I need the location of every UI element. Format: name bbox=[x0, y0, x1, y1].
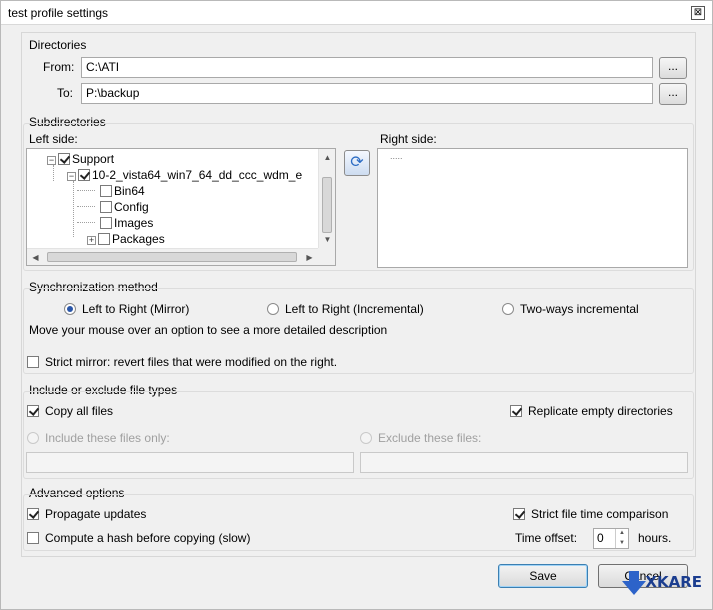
left-tree-horizontal-scrollbar[interactable]: ◀ ▶ bbox=[27, 248, 318, 265]
scroll-up-icon[interactable]: ▲ bbox=[319, 149, 335, 166]
propagate-option[interactable]: Propagate updates bbox=[27, 507, 146, 521]
radio-button[interactable] bbox=[64, 303, 76, 315]
replicate-empty-checkbox[interactable] bbox=[510, 405, 522, 417]
tree-node-label: Bin64 bbox=[114, 184, 145, 198]
replicate-empty-label: Replicate empty directories bbox=[528, 404, 673, 418]
radio-button[interactable] bbox=[360, 432, 372, 444]
to-browse-button[interactable]: ... bbox=[659, 83, 687, 105]
exclude-option[interactable]: Exclude these files: bbox=[360, 431, 481, 445]
radio-label: Left to Right (Incremental) bbox=[285, 302, 424, 316]
copy-all-option[interactable]: Copy all files bbox=[27, 404, 113, 418]
left-tree-vertical-scrollbar[interactable]: ▲ ▼ bbox=[318, 149, 335, 248]
strict-time-option[interactable]: Strict file time comparison bbox=[513, 507, 668, 521]
from-path-input[interactable]: C:\ATI bbox=[81, 57, 653, 78]
scroll-down-icon[interactable]: ▼ bbox=[319, 231, 335, 248]
tree-node-label: Packages bbox=[112, 232, 165, 246]
tree-node-label: Images bbox=[114, 216, 154, 230]
tree-checkbox[interactable] bbox=[100, 201, 112, 213]
exclude-pattern-input[interactable] bbox=[360, 452, 688, 473]
refresh-icon: ⟳ bbox=[350, 154, 364, 171]
hash-label: Compute a hash before copying (slow) bbox=[45, 531, 251, 545]
tree-node-label: Config bbox=[114, 200, 149, 214]
collapse-icon[interactable]: − bbox=[47, 156, 56, 165]
strict-mirror-option[interactable]: Strict mirror: revert files that were mo… bbox=[27, 355, 337, 369]
scroll-right-icon[interactable]: ▶ bbox=[301, 249, 318, 265]
copy-all-label: Copy all files bbox=[45, 404, 114, 418]
to-label: To: bbox=[57, 86, 74, 100]
tree-node-config[interactable]: Config bbox=[100, 199, 149, 215]
radio-incremental[interactable]: Left to Right (Incremental) bbox=[267, 302, 424, 316]
radio-button[interactable] bbox=[502, 303, 514, 315]
scroll-corner bbox=[318, 248, 335, 265]
tree-checkbox[interactable] bbox=[100, 185, 112, 197]
right-side-label: Right side: bbox=[380, 132, 437, 146]
tree-checkbox[interactable] bbox=[58, 153, 70, 165]
window-title: test profile settings bbox=[8, 6, 109, 20]
tree-checkbox[interactable] bbox=[100, 217, 112, 229]
collapse-icon[interactable]: − bbox=[67, 172, 76, 181]
watermark-arrow-head bbox=[622, 581, 646, 595]
include-only-option[interactable]: Include these files only: bbox=[27, 431, 170, 445]
settings-window: test profile settings ⊠ Directories From… bbox=[0, 0, 713, 610]
tree-node-support[interactable]: − Support bbox=[47, 151, 114, 167]
right-tree-root: ..... bbox=[390, 151, 403, 161]
propagate-checkbox[interactable] bbox=[27, 508, 39, 520]
from-label: From: bbox=[43, 60, 75, 74]
exclude-label: Exclude these files: bbox=[378, 431, 482, 445]
refresh-button[interactable]: ⟳ bbox=[344, 150, 370, 176]
tree-node-label: Support bbox=[72, 152, 115, 166]
hash-option[interactable]: Compute a hash before copying (slow) bbox=[27, 531, 250, 545]
copy-all-checkbox[interactable] bbox=[27, 405, 39, 417]
spin-up-icon[interactable]: ▲ bbox=[616, 529, 628, 538]
time-offset-spinner[interactable]: 0 ▲ ▼ bbox=[593, 528, 629, 549]
tree-node-images[interactable]: Images bbox=[100, 215, 153, 231]
propagate-label: Propagate updates bbox=[45, 507, 147, 521]
spin-down-icon[interactable]: ▼ bbox=[616, 539, 628, 548]
strict-time-label: Strict file time comparison bbox=[531, 507, 669, 521]
title-bar: test profile settings ⊠ bbox=[1, 1, 712, 25]
include-only-label: Include these files only: bbox=[45, 431, 170, 445]
tree-node-bin64[interactable]: Bin64 bbox=[100, 183, 145, 199]
radio-label: Two-ways incremental bbox=[520, 302, 639, 316]
right-tree[interactable]: ..... bbox=[377, 148, 688, 268]
time-offset-value[interactable]: 0 bbox=[597, 531, 604, 545]
strict-mirror-label: Strict mirror: revert files that were mo… bbox=[45, 355, 338, 369]
sync-hint: Move your mouse over an option to see a … bbox=[29, 323, 388, 337]
tree-checkbox[interactable] bbox=[98, 233, 110, 245]
to-path-input[interactable]: P:\backup bbox=[81, 83, 653, 104]
left-tree[interactable]: − Support − 10-2_vista64_win7_64_dd_ccc_wd… bbox=[26, 148, 336, 266]
save-button[interactable]: Save bbox=[498, 564, 588, 588]
radio-two-ways[interactable]: Two-ways incremental bbox=[502, 302, 639, 316]
tree-node-driver-folder[interactable]: − 10-2_vista64_win7_64_dd_ccc_wdm_e bbox=[67, 167, 302, 183]
from-browse-button[interactable]: ... bbox=[659, 57, 687, 79]
radio-button[interactable] bbox=[27, 432, 39, 444]
radio-button[interactable] bbox=[267, 303, 279, 315]
radio-mirror[interactable]: Left to Right (Mirror) bbox=[64, 302, 189, 316]
hours-label: hours. bbox=[638, 531, 672, 545]
scroll-thumb[interactable] bbox=[322, 177, 332, 233]
directories-title: Directories bbox=[29, 38, 87, 52]
left-side-label: Left side: bbox=[29, 132, 78, 146]
scroll-left-icon[interactable]: ◀ bbox=[27, 249, 44, 265]
scroll-thumb[interactable] bbox=[47, 252, 297, 262]
include-pattern-input[interactable] bbox=[26, 452, 354, 473]
strict-mirror-checkbox[interactable] bbox=[27, 356, 39, 368]
watermark-arrow-icon bbox=[629, 571, 639, 581]
time-offset-label: Time offset: bbox=[515, 531, 578, 545]
watermark-logo: XKARE bbox=[645, 573, 702, 591]
hash-checkbox[interactable] bbox=[27, 532, 39, 544]
tree-node-packages[interactable]: + Packages bbox=[87, 231, 165, 247]
close-button[interactable]: ⊠ bbox=[691, 6, 705, 20]
strict-time-checkbox[interactable] bbox=[513, 508, 525, 520]
tree-checkbox[interactable] bbox=[78, 169, 90, 181]
tree-node-label: 10-2_vista64_win7_64_dd_ccc_wdm_e bbox=[92, 168, 303, 182]
radio-label: Left to Right (Mirror) bbox=[82, 302, 190, 316]
expand-icon[interactable]: + bbox=[87, 236, 96, 245]
replicate-empty-option[interactable]: Replicate empty directories bbox=[510, 404, 673, 418]
